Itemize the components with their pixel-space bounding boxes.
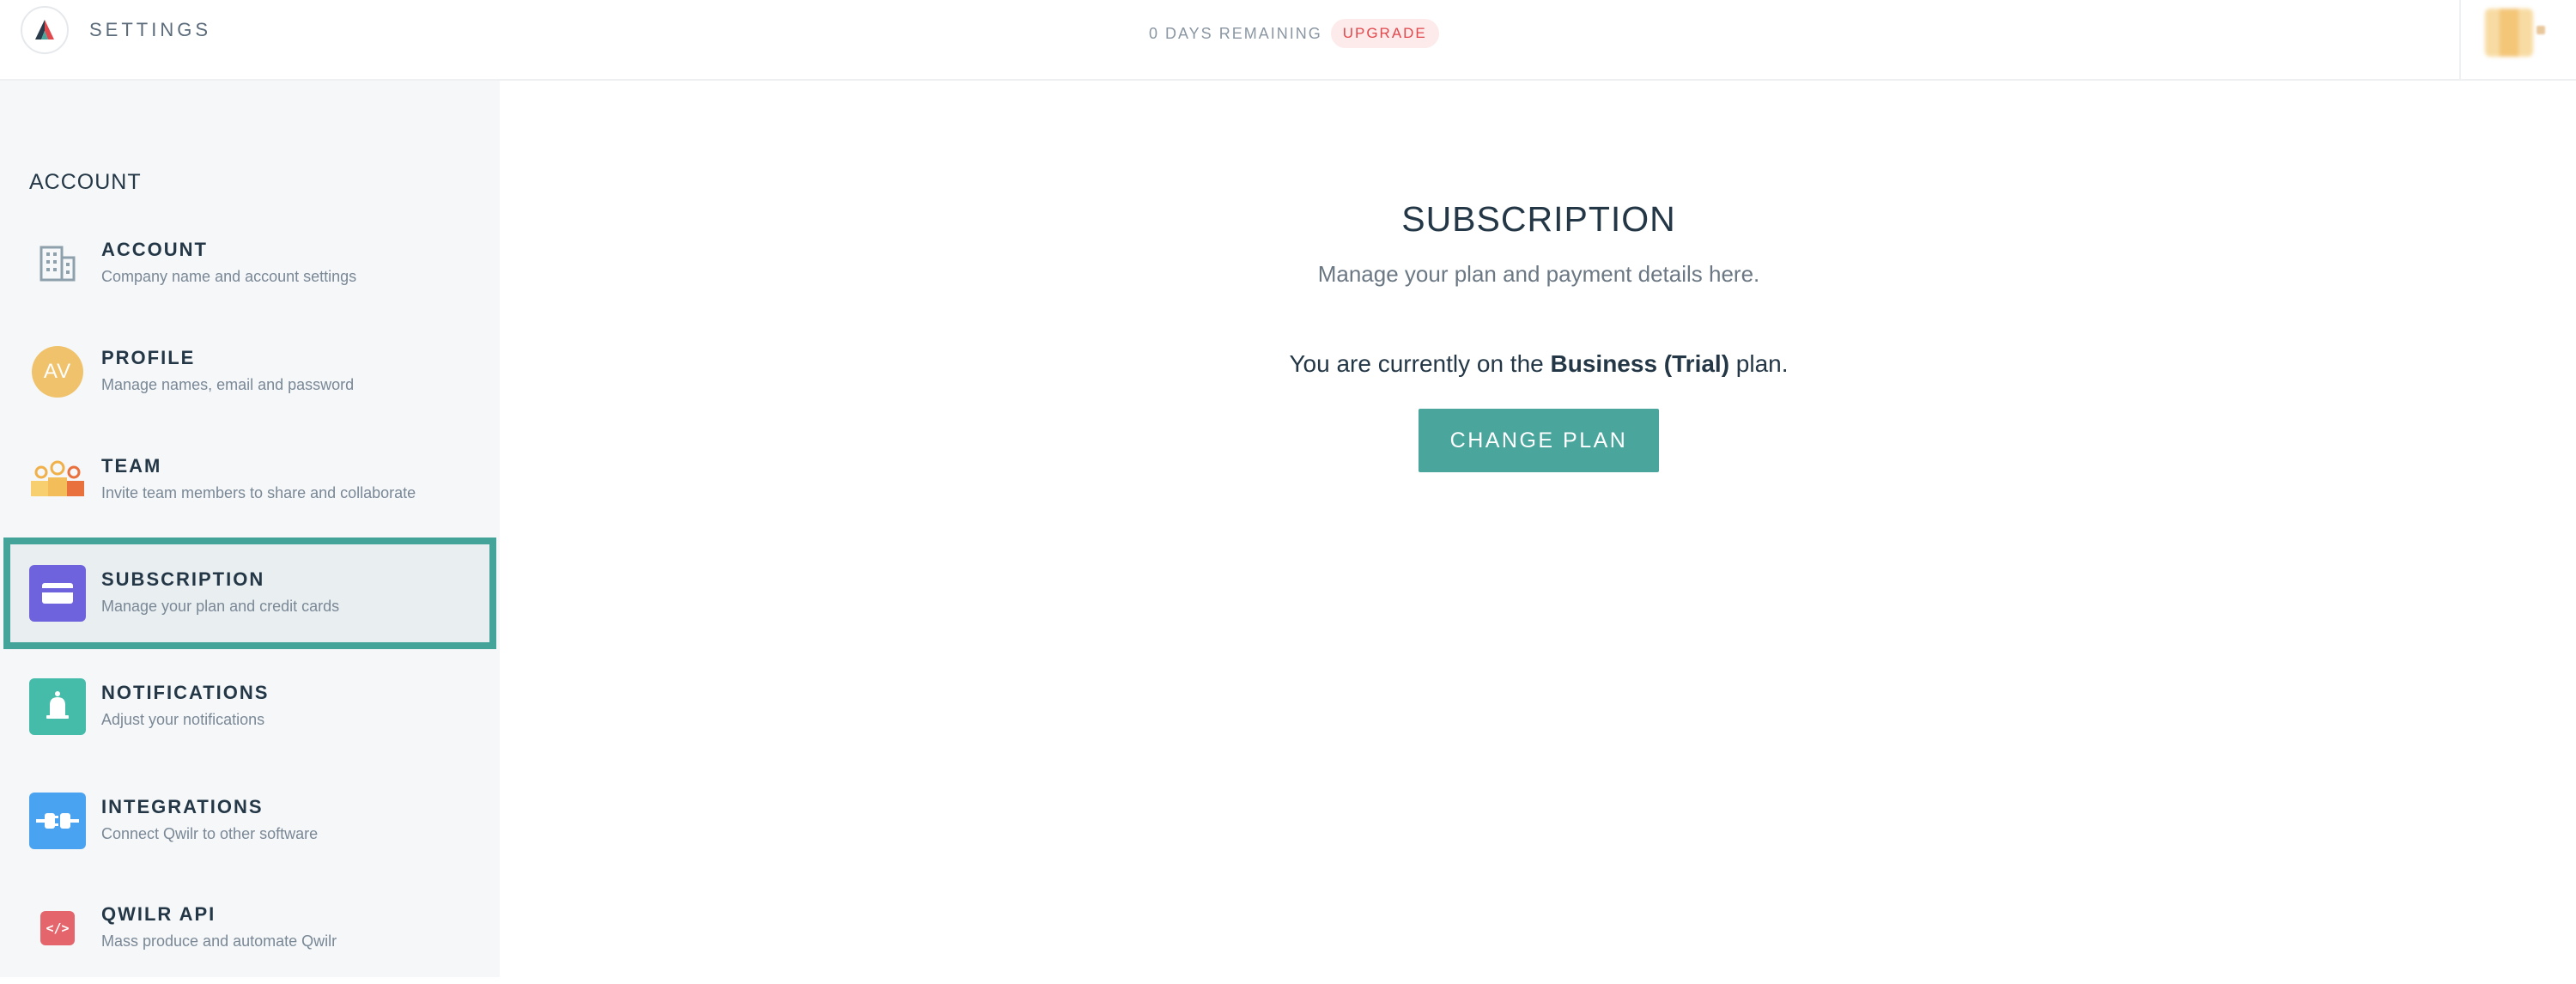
sidebar-item-subscription[interactable]: SUBSCRIPTION Manage your plan and credit… (3, 538, 496, 649)
sidebar-item-description: Manage your plan and credit cards (101, 598, 340, 615)
sidebar-item-label: QWILR API (101, 903, 216, 925)
sidebar-item-label: PROFILE (101, 347, 196, 368)
sidebar-item-qwilr-api[interactable]: </> QWILR API Mass produce and automate … (3, 872, 496, 984)
sidebar-item-description: Connect Qwilr to other software (101, 825, 319, 842)
qwilr-logo-icon[interactable] (21, 6, 69, 54)
subscription-subtitle: Manage your plan and payment details her… (1317, 261, 1760, 287)
sidebar-item-profile[interactable]: AV PROFILE Manage names, email and passw… (3, 316, 496, 428)
sidebar-item-account[interactable]: ACCOUNT Company name and account setting… (3, 208, 496, 319)
current-plan-text: You are currently on the Business (Trial… (1109, 350, 1968, 378)
trial-remaining-text: 0 DAYS REMAINING (1149, 24, 1322, 42)
avatar-initials-icon: AV (29, 343, 86, 400)
sidebar-item-label: ACCOUNT (101, 239, 208, 260)
code-icon: </> (29, 900, 86, 957)
plan-name: Business (Trial) (1550, 350, 1730, 377)
trial-status: 0 DAYS REMAINING UPGRADE (1149, 19, 1439, 48)
sidebar-item-description: Company name and account settings (101, 268, 357, 285)
plug-icon (29, 793, 86, 849)
upgrade-button[interactable]: UPGRADE (1330, 19, 1439, 48)
sidebar-item-description: Manage names, email and password (101, 376, 355, 393)
sidebar-section-title: ACCOUNT (29, 170, 142, 194)
credit-card-icon (29, 565, 86, 622)
sidebar-item-team[interactable]: TEAM Invite team members to share and co… (3, 424, 496, 536)
settings-sidebar: ACCOUNT ACCOUNT Company name and account… (0, 81, 500, 977)
change-plan-button[interactable]: CHANGE PLAN (1419, 409, 1659, 472)
plan-suffix: plan. (1729, 350, 1789, 377)
building-icon (29, 235, 86, 292)
sidebar-item-description: Mass produce and automate Qwilr (101, 932, 337, 950)
sidebar-item-description: Adjust your notifications (101, 711, 265, 728)
user-avatar-icon[interactable] (2485, 9, 2533, 57)
sidebar-item-label: TEAM (101, 455, 162, 477)
sidebar-item-integrations[interactable]: INTEGRATIONS Connect Qwilr to other soft… (3, 765, 496, 877)
plan-prefix: You are currently on the (1289, 350, 1551, 377)
top-bar: SETTINGS 0 DAYS REMAINING UPGRADE (0, 0, 2576, 81)
sidebar-item-label: INTEGRATIONS (101, 796, 264, 817)
profile-initials: AV (32, 346, 83, 398)
sidebar-item-label: SUBSCRIPTION (101, 568, 265, 590)
bell-icon (29, 678, 86, 735)
user-menu[interactable] (2459, 0, 2576, 79)
sidebar-item-notifications[interactable]: NOTIFICATIONS Adjust your notifications (3, 651, 496, 762)
page-title: SETTINGS (89, 19, 212, 40)
team-icon (29, 452, 86, 508)
subscription-heading: SUBSCRIPTION (1401, 199, 1676, 239)
sidebar-item-label: NOTIFICATIONS (101, 682, 270, 703)
chevron-down-icon (2537, 26, 2545, 34)
sidebar-item-description: Invite team members to share and collabo… (101, 484, 416, 501)
